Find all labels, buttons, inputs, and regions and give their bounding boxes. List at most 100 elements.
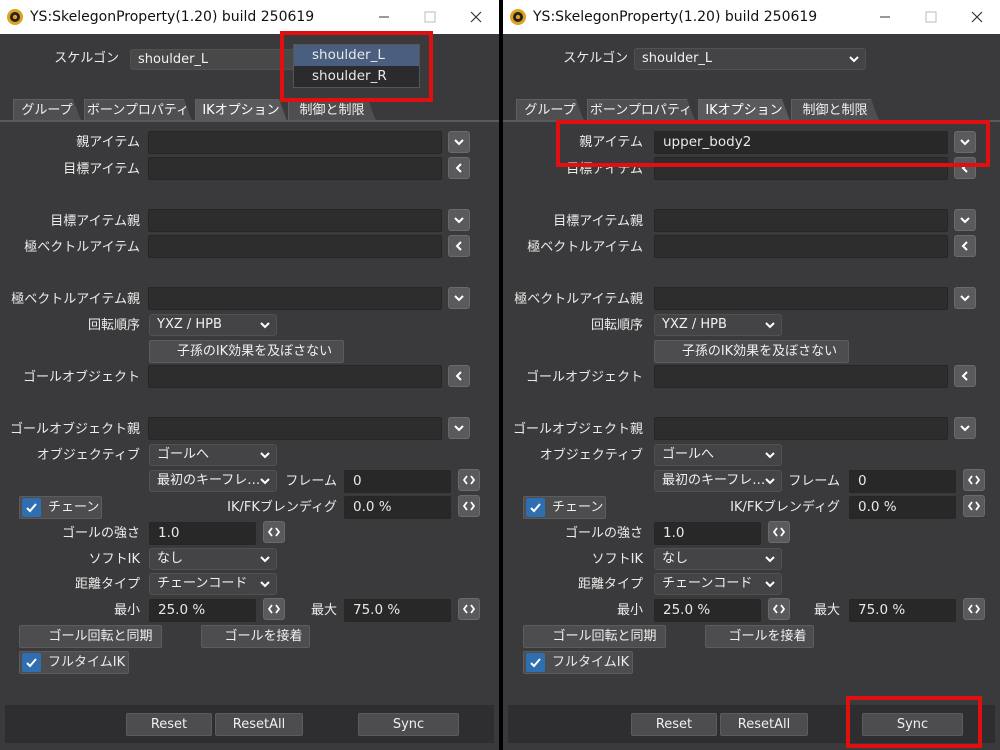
distance-type-select[interactable]: チェーンコード	[149, 573, 277, 595]
pole-item-field[interactable]	[148, 235, 442, 258]
maximize-button[interactable]	[407, 0, 453, 34]
maximize-button[interactable]	[908, 0, 954, 34]
title-bar[interactable]: YS:SkelegonProperty(1.20) build 250619	[503, 0, 1000, 34]
frame-spinner[interactable]	[458, 469, 480, 491]
tab-label: 制御と制限	[299, 103, 365, 118]
chain-checkbox[interactable]	[22, 498, 41, 517]
min-spinner[interactable]	[768, 598, 790, 620]
goal-object-pick-button[interactable]	[954, 365, 976, 387]
rotation-order-select[interactable]: YXZ / HPB	[654, 314, 782, 336]
reset-all-button[interactable]: ResetAll	[215, 713, 303, 736]
keyframe-mode-select[interactable]: 最初のキーフレ…	[654, 470, 782, 492]
tab-bone-property[interactable]: ボーンプロパティ	[587, 99, 695, 121]
ikfk-blend-input[interactable]: 0.0 %	[849, 496, 956, 519]
pole-item-pick-button[interactable]	[448, 235, 470, 257]
goal-item-label: 目標アイテム	[63, 162, 140, 177]
max-input[interactable]: 75.0 %	[849, 599, 956, 622]
frame-label: フレーム	[285, 474, 337, 489]
goal-object-parent-dropdown-button[interactable]	[448, 417, 470, 439]
goal-object-field[interactable]	[148, 365, 442, 388]
soft-ik-label: ソフトIK	[88, 552, 140, 567]
max-input[interactable]: 75.0 %	[344, 599, 451, 622]
rotation-order-select[interactable]: YXZ / HPB	[149, 314, 277, 336]
goal-strength-input[interactable]: 1.0	[149, 522, 256, 545]
close-button[interactable]	[453, 0, 499, 34]
left-right-arrows-icon	[968, 604, 980, 614]
ikfk-blend-spinner[interactable]	[458, 495, 480, 517]
skelegon-select[interactable]: shoulder_L	[634, 48, 866, 70]
goal-object-parent-field[interactable]	[148, 417, 442, 440]
sync-goal-rotation-toggle[interactable]: ゴール回転と同期	[19, 625, 162, 648]
soft-ik-select[interactable]: なし	[654, 548, 782, 570]
goal-object-field[interactable]	[654, 365, 948, 388]
minimize-button[interactable]	[862, 0, 908, 34]
goal-strength-spinner[interactable]	[263, 521, 285, 543]
objective-select[interactable]: ゴールへ	[654, 444, 782, 466]
ikfk-blend-spinner[interactable]	[963, 495, 985, 517]
tab-control-limit[interactable]: 制御と制限	[791, 99, 879, 121]
tab-control-limit[interactable]: 制御と制限	[288, 99, 376, 121]
sync-button[interactable]: Sync	[358, 713, 459, 736]
goal-item-field[interactable]	[148, 157, 442, 180]
left-right-arrows-icon	[463, 501, 475, 511]
min-spinner[interactable]	[263, 598, 285, 620]
pole-item-parent-dropdown-button[interactable]	[448, 287, 470, 309]
max-spinner[interactable]	[963, 598, 985, 620]
full-time-ik-checkbox[interactable]	[526, 653, 545, 672]
tab-group[interactable]: グループ	[516, 99, 584, 121]
tab-ik-options[interactable]: IKオプション	[698, 99, 790, 121]
ikfk-blend-input[interactable]: 0.0 %	[344, 496, 451, 519]
pole-item-pick-button[interactable]	[954, 235, 976, 257]
chevron-down-icon	[454, 295, 464, 302]
frame-input[interactable]: 0	[344, 470, 451, 493]
close-button[interactable]	[954, 0, 1000, 34]
pole-item-parent-field[interactable]	[148, 287, 442, 310]
title-bar[interactable]: YS:SkelegonProperty(1.20) build 250619	[0, 0, 499, 34]
goal-item-parent-dropdown-button[interactable]	[448, 209, 470, 231]
attach-goal-toggle[interactable]: ゴールを接着	[705, 625, 814, 648]
goal-strength-input[interactable]: 1.0	[654, 522, 761, 545]
sync-goal-rotation-toggle[interactable]: ゴール回転と同期	[523, 625, 666, 648]
goal-item-pick-button[interactable]	[448, 157, 470, 179]
max-spinner[interactable]	[458, 598, 480, 620]
objective-select[interactable]: ゴールへ	[149, 444, 277, 466]
keyframe-mode-select[interactable]: 最初のキーフレ…	[149, 470, 277, 492]
minimize-button[interactable]	[361, 0, 407, 34]
reset-all-button[interactable]: ResetAll	[720, 713, 808, 736]
tab-group[interactable]: グループ	[13, 99, 81, 121]
goal-strength-spinner[interactable]	[768, 521, 790, 543]
goal-item-parent-dropdown-button[interactable]	[954, 209, 976, 231]
goal-object-pick-button[interactable]	[448, 365, 470, 387]
soft-ik-select[interactable]: なし	[149, 548, 277, 570]
tab-label: IKオプション	[202, 103, 280, 118]
chain-label: チェーン	[48, 500, 100, 515]
goal-object-parent-field[interactable]	[654, 417, 948, 440]
skelegon-select[interactable]: shoulder_L	[130, 49, 300, 70]
left-right-arrows-icon	[463, 475, 475, 485]
parent-item-dropdown-button[interactable]	[448, 131, 470, 153]
tab-ik-options[interactable]: IKオプション	[195, 99, 287, 121]
pole-item-parent-field[interactable]	[654, 287, 948, 310]
frame-input[interactable]: 0	[849, 470, 956, 493]
pole-item-parent-dropdown-button[interactable]	[954, 287, 976, 309]
min-input[interactable]: 25.0 %	[149, 599, 256, 622]
min-input[interactable]: 25.0 %	[654, 599, 761, 622]
frame-spinner[interactable]	[963, 469, 985, 491]
pole-item-field[interactable]	[654, 235, 948, 258]
tab-bone-property[interactable]: ボーンプロパティ	[84, 99, 192, 121]
no-child-ik-effect-toggle[interactable]: 子孫のIK効果を及ぼさない	[149, 340, 344, 363]
distance-type-select[interactable]: チェーンコード	[654, 573, 782, 595]
no-child-ik-effect-toggle[interactable]: 子孫のIK効果を及ぼさない	[654, 340, 849, 363]
max-label: 最大	[813, 603, 840, 618]
reset-button[interactable]: Reset	[631, 713, 717, 736]
attach-goal-toggle[interactable]: ゴールを接着	[201, 625, 310, 648]
full-time-ik-checkbox[interactable]	[22, 653, 41, 672]
reset-button[interactable]: Reset	[126, 713, 212, 736]
goal-item-parent-field[interactable]	[654, 209, 948, 232]
goal-object-parent-dropdown-button[interactable]	[954, 417, 976, 439]
skelegon-label: スケルゴン	[563, 51, 628, 66]
goal-item-parent-field[interactable]	[148, 209, 442, 232]
parent-item-field[interactable]	[148, 131, 442, 154]
checkmark-icon	[26, 503, 37, 513]
chain-checkbox[interactable]	[526, 498, 545, 517]
